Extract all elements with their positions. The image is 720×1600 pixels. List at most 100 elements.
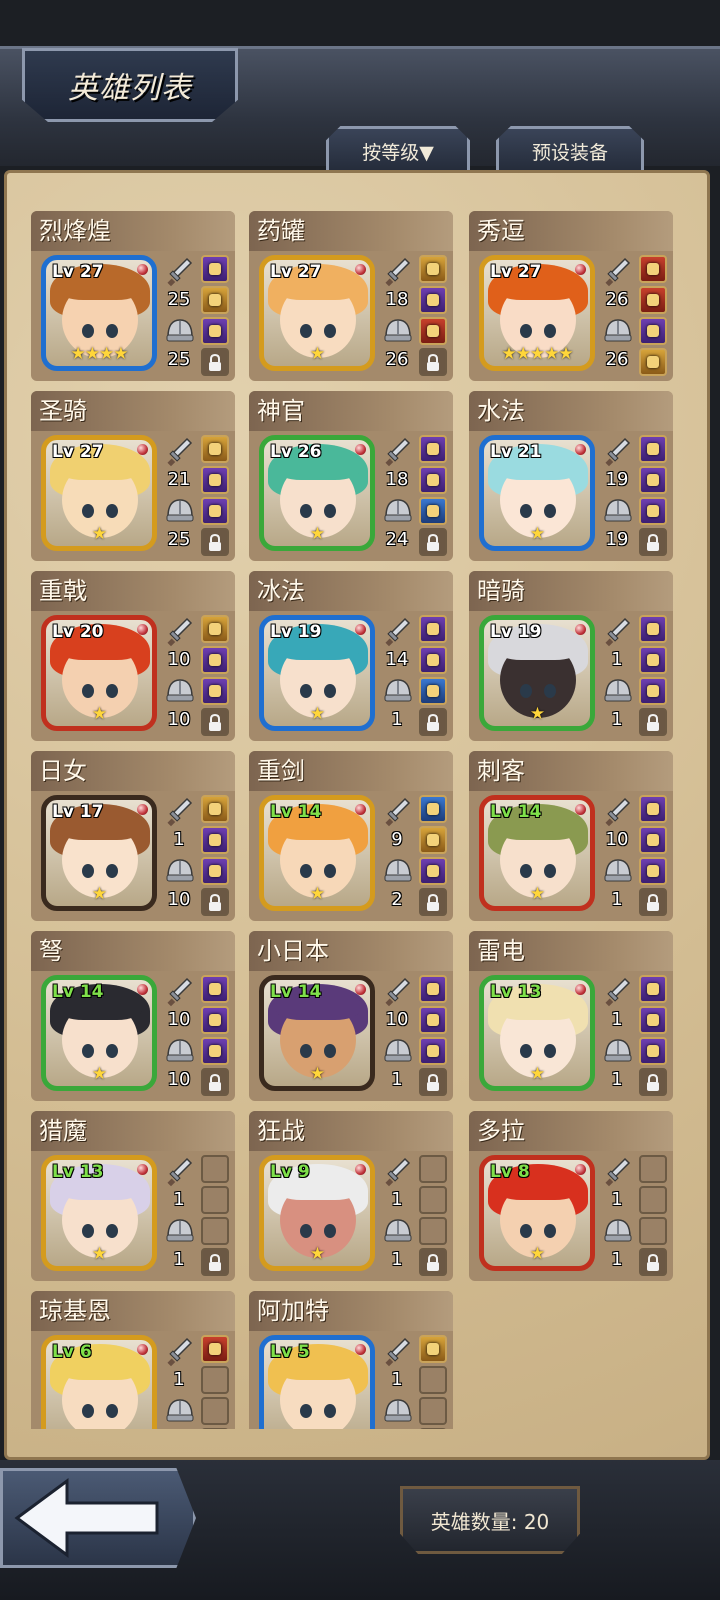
equipment-item-slot[interactable] [201, 646, 229, 674]
equipment-item-slot[interactable] [201, 255, 229, 283]
hero-portrait[interactable]: Lv 17 ★ [41, 795, 157, 911]
empty-equipment-slot[interactable] [419, 1155, 447, 1183]
equipment-item-slot[interactable] [639, 975, 667, 1003]
empty-equipment-slot[interactable] [201, 1428, 229, 1429]
hero-portrait[interactable]: Lv 5 [259, 1335, 375, 1429]
equipment-item-slot[interactable] [201, 677, 229, 705]
hero-portrait[interactable]: Lv 13 ★ [479, 975, 595, 1091]
hero-portrait[interactable]: Lv 19 ★ [479, 615, 595, 731]
hero-portrait[interactable]: Lv 26 ★ [259, 435, 375, 551]
locked-slot[interactable] [201, 528, 229, 556]
hero-card[interactable]: 日女 Lv 17 ★ 1 10 [31, 751, 235, 921]
locked-slot[interactable] [639, 1068, 667, 1096]
equipment-item-slot[interactable] [639, 466, 667, 494]
equipment-item-slot[interactable] [419, 646, 447, 674]
hero-card[interactable]: 冰法 Lv 19 ★ 14 1 [249, 571, 453, 741]
equipment-item-slot[interactable] [639, 1037, 667, 1065]
equipment-item-slot[interactable] [201, 317, 229, 345]
equipment-item-slot[interactable] [419, 795, 447, 823]
equipment-item-slot[interactable] [419, 975, 447, 1003]
hero-card[interactable]: 圣骑 Lv 27 ★ 21 25 [31, 391, 235, 561]
hero-portrait[interactable]: Lv 19 ★ [259, 615, 375, 731]
hero-portrait[interactable]: Lv 20 ★ [41, 615, 157, 731]
hero-card[interactable]: 猎魔 Lv 13 ★ 1 1 [31, 1111, 235, 1281]
equipment-item-slot[interactable] [639, 1006, 667, 1034]
hero-portrait[interactable]: Lv 21 ★ [479, 435, 595, 551]
hero-card[interactable]: 刺客 Lv 14 ★ 10 1 [469, 751, 673, 921]
hero-portrait[interactable]: Lv 27 ★ [259, 255, 375, 371]
locked-slot[interactable] [201, 348, 229, 376]
hero-card[interactable]: 秀逗 Lv 27 ★★★★★ 26 26 [469, 211, 673, 381]
locked-slot[interactable] [419, 888, 447, 916]
locked-slot[interactable] [419, 348, 447, 376]
locked-slot[interactable] [639, 1248, 667, 1276]
empty-equipment-slot[interactable] [419, 1186, 447, 1214]
empty-equipment-slot[interactable] [639, 1186, 667, 1214]
empty-equipment-slot[interactable] [419, 1217, 447, 1245]
hero-portrait[interactable]: Lv 9 ★ [259, 1155, 375, 1271]
equipment-item-slot[interactable] [639, 677, 667, 705]
locked-slot[interactable] [201, 1248, 229, 1276]
equipment-item-slot[interactable] [201, 435, 229, 463]
equipment-item-slot[interactable] [639, 286, 667, 314]
locked-slot[interactable] [419, 708, 447, 736]
locked-slot[interactable] [639, 888, 667, 916]
empty-equipment-slot[interactable] [419, 1397, 447, 1425]
hero-portrait[interactable]: Lv 13 ★ [41, 1155, 157, 1271]
hero-card[interactable]: 弩 Lv 14 ★ 10 10 [31, 931, 235, 1101]
empty-equipment-slot[interactable] [419, 1366, 447, 1394]
hero-card[interactable]: 狂战 Lv 9 ★ 1 1 [249, 1111, 453, 1281]
equipment-item-slot[interactable] [639, 646, 667, 674]
equipment-item-slot[interactable] [201, 615, 229, 643]
equipment-item-slot[interactable] [419, 255, 447, 283]
locked-slot[interactable] [419, 528, 447, 556]
equipment-item-slot[interactable] [639, 348, 667, 376]
equipment-item-slot[interactable] [201, 826, 229, 854]
equipment-item-slot[interactable] [201, 1037, 229, 1065]
hero-portrait[interactable]: Lv 27 ★ [41, 435, 157, 551]
empty-equipment-slot[interactable] [201, 1366, 229, 1394]
locked-slot[interactable] [201, 888, 229, 916]
empty-equipment-slot[interactable] [639, 1217, 667, 1245]
locked-slot[interactable] [201, 708, 229, 736]
equipment-item-slot[interactable] [419, 435, 447, 463]
equipment-item-slot[interactable] [201, 466, 229, 494]
locked-slot[interactable] [419, 1068, 447, 1096]
hero-card[interactable]: 暗骑 Lv 19 ★ 1 1 [469, 571, 673, 741]
hero-portrait[interactable]: Lv 8 ★ [479, 1155, 595, 1271]
equipment-item-slot[interactable] [639, 255, 667, 283]
hero-card[interactable]: 重剑 Lv 14 ★ 9 2 [249, 751, 453, 921]
hero-card[interactable]: 烈烽煌 Lv 27 ★★★★ 25 25 [31, 211, 235, 381]
locked-slot[interactable] [639, 528, 667, 556]
hero-card[interactable]: 药罐 Lv 27 ★ 18 26 [249, 211, 453, 381]
equipment-item-slot[interactable] [201, 857, 229, 885]
back-button[interactable] [0, 1468, 196, 1568]
equipment-item-slot[interactable] [201, 1006, 229, 1034]
equipment-item-slot[interactable] [419, 317, 447, 345]
hero-card[interactable]: 小日本 Lv 14 ★ 10 1 [249, 931, 453, 1101]
equipment-item-slot[interactable] [201, 497, 229, 525]
empty-equipment-slot[interactable] [639, 1155, 667, 1183]
hero-card[interactable]: 水法 Lv 21 ★ 19 19 [469, 391, 673, 561]
equipment-item-slot[interactable] [639, 795, 667, 823]
empty-equipment-slot[interactable] [201, 1186, 229, 1214]
hero-portrait[interactable]: Lv 27 ★★★★★ [479, 255, 595, 371]
hero-card[interactable]: 雷电 Lv 13 ★ 1 1 [469, 931, 673, 1101]
equipment-item-slot[interactable] [419, 497, 447, 525]
empty-equipment-slot[interactable] [201, 1155, 229, 1183]
equipment-item-slot[interactable] [419, 615, 447, 643]
equipment-item-slot[interactable] [639, 435, 667, 463]
equipment-item-slot[interactable] [201, 286, 229, 314]
equipment-item-slot[interactable] [419, 857, 447, 885]
equipment-item-slot[interactable] [639, 857, 667, 885]
equipment-item-slot[interactable] [419, 1006, 447, 1034]
empty-equipment-slot[interactable] [201, 1217, 229, 1245]
equipment-item-slot[interactable] [639, 497, 667, 525]
equipment-item-slot[interactable] [419, 466, 447, 494]
equipment-item-slot[interactable] [419, 826, 447, 854]
equipment-item-slot[interactable] [639, 317, 667, 345]
hero-card[interactable]: 琼基恩 Lv 6 1 [31, 1291, 235, 1429]
hero-portrait[interactable]: Lv 27 ★★★★ [41, 255, 157, 371]
hero-portrait[interactable]: Lv 14 ★ [479, 795, 595, 911]
hero-portrait[interactable]: Lv 14 ★ [259, 975, 375, 1091]
